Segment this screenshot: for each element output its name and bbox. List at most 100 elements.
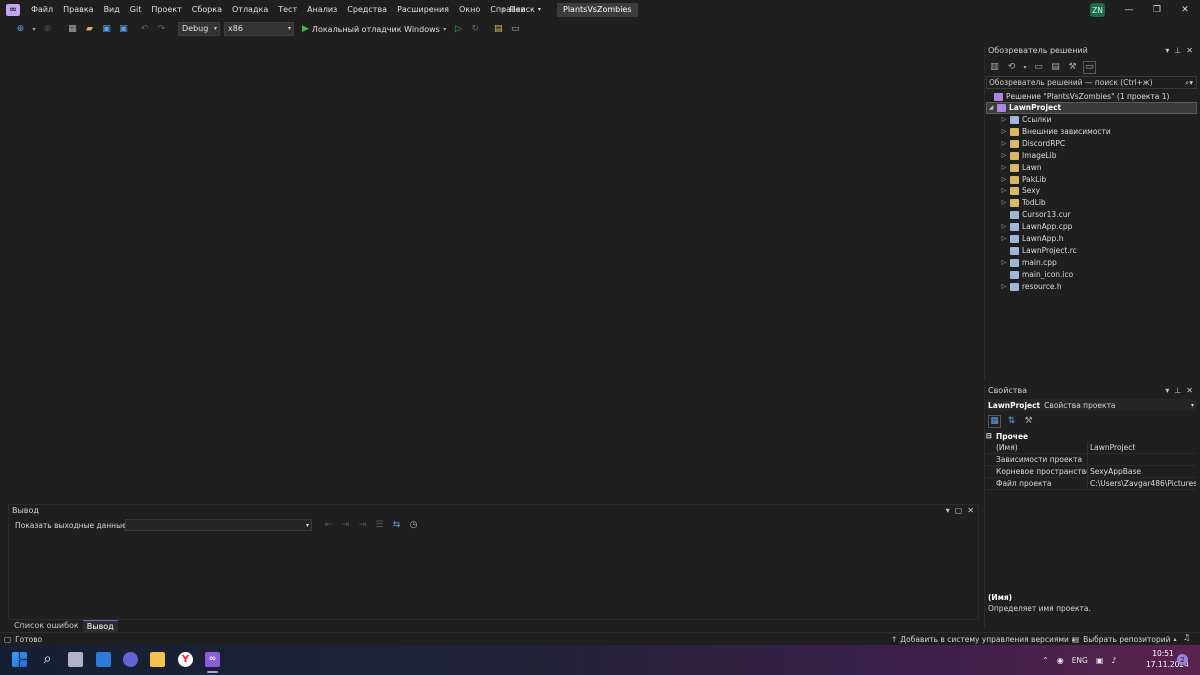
switch-views-icon[interactable]: ▥ xyxy=(988,61,1001,74)
output-source-select[interactable]: ▾ xyxy=(125,519,312,531)
close-icon[interactable]: ✕ xyxy=(1186,385,1193,397)
start-debugging-icon[interactable]: ▶ xyxy=(302,24,309,34)
navigate-back-icon[interactable]: ⊕ xyxy=(14,23,27,36)
clock-icon[interactable]: ◷ xyxy=(407,519,420,532)
expand-triangle-icon[interactable]: ▷ xyxy=(1000,162,1008,174)
property-row[interactable]: Файл проекта C:\Users\Zavgar486\Pictures… xyxy=(986,478,1196,490)
sync-icon[interactable]: ⟲ xyxy=(1005,61,1018,74)
start-without-debugging-icon[interactable]: ▷ xyxy=(452,23,465,36)
expand-triangle-icon[interactable]: ▷ xyxy=(1000,114,1008,126)
tree-item[interactable]: ▷ PakLib xyxy=(1000,174,1046,186)
tree-item[interactable]: LawnProject.rc xyxy=(1000,245,1077,257)
expand-triangle-icon[interactable]: ▷ xyxy=(1000,197,1008,209)
menu-test[interactable]: Тест xyxy=(273,0,302,20)
save-icon[interactable]: ▣ xyxy=(100,23,113,36)
property-value[interactable]: SexyAppBase xyxy=(1087,466,1196,477)
find-message-icon[interactable]: ⇤ xyxy=(322,519,335,532)
property-value[interactable] xyxy=(1087,454,1196,465)
tree-item[interactable]: ▷ Ссылки xyxy=(1000,114,1051,126)
open-folder-icon[interactable]: ▰ xyxy=(83,23,96,36)
property-row[interactable]: Корневое пространство и SexyAppBase xyxy=(986,466,1196,478)
tree-item[interactable]: ▷ LawnApp.h xyxy=(1000,233,1063,245)
navigate-forward-icon[interactable]: ⊕ xyxy=(41,23,54,36)
yandex-browser-icon[interactable]: Y xyxy=(178,652,193,667)
pin-icon[interactable]: ⊥ xyxy=(1174,45,1181,57)
categorized-icon[interactable]: ▦ xyxy=(988,414,1001,428)
expand-triangle-icon[interactable]: ▷ xyxy=(1000,185,1008,197)
tree-item[interactable]: ▷ Lawn xyxy=(1000,162,1042,174)
solution-search-input[interactable]: Обозреватель решений — поиск (Ctrl+ж) ⌕▾ xyxy=(986,76,1197,89)
property-row[interactable]: (Имя) LawnProject xyxy=(986,442,1196,454)
restart-icon[interactable]: ↻ xyxy=(469,23,482,36)
prev-message-icon[interactable]: ⇥ xyxy=(339,519,352,532)
volume-icon[interactable]: ♪ xyxy=(1111,656,1116,665)
maximize-icon[interactable]: ❐ xyxy=(1143,0,1171,20)
expand-triangle-icon[interactable]: ▷ xyxy=(1000,174,1008,186)
properties-object-select[interactable]: LawnProject Свойства проекта ▾ xyxy=(986,399,1196,411)
configuration-select[interactable]: Debug ▾ xyxy=(178,22,220,36)
menu-edit[interactable]: Правка xyxy=(58,0,98,20)
tree-item[interactable]: main_icon.ico xyxy=(1000,269,1073,281)
network-icon[interactable]: ▣ xyxy=(1096,656,1104,665)
menu-tools[interactable]: Средства xyxy=(342,0,392,20)
tree-item[interactable]: ▷ LawnApp.cpp xyxy=(1000,221,1072,233)
close-icon[interactable]: ✕ xyxy=(1171,0,1199,20)
widgets-icon[interactable] xyxy=(96,652,111,667)
collapse-all-icon[interactable]: ▭ xyxy=(1032,61,1045,74)
tree-item[interactable]: ▷ TodLib xyxy=(1000,197,1046,209)
visual-studio-taskbar-icon[interactable]: ∞ xyxy=(205,652,220,667)
expand-triangle-icon[interactable]: ▷ xyxy=(1000,138,1008,150)
menu-build[interactable]: Сборка xyxy=(187,0,227,20)
property-pages-icon[interactable]: ⚒ xyxy=(1022,415,1035,428)
tree-item[interactable]: ▷ Sexy xyxy=(1000,185,1040,197)
tree-item[interactable]: Cursor13.cur xyxy=(1000,209,1071,221)
word-wrap-icon[interactable]: ⇆ xyxy=(390,519,403,532)
menu-project[interactable]: Проект xyxy=(146,0,186,20)
teams-chat-icon[interactable] xyxy=(123,652,138,667)
tree-item[interactable]: ▷ Внешние зависимости xyxy=(1000,126,1111,138)
solution-name-badge[interactable]: PlantsVsZombies xyxy=(557,3,638,17)
project-node[interactable]: ◢ LawnProject xyxy=(986,102,1197,114)
taskbar-search-icon[interactable]: ⌕ xyxy=(40,652,55,667)
property-category[interactable]: ⊟ Прочее xyxy=(986,430,1196,442)
user-avatar[interactable]: ZN xyxy=(1090,3,1105,17)
close-icon[interactable]: ✕ xyxy=(1186,45,1193,57)
language-indicator[interactable]: ENG xyxy=(1072,656,1088,665)
menu-git[interactable]: Git xyxy=(125,0,147,20)
notification-badge[interactable]: 2 xyxy=(1177,654,1188,665)
redo-icon[interactable]: ↷ xyxy=(155,23,168,36)
notifications-bell-icon[interactable]: ♫ xyxy=(1183,632,1190,644)
collapse-icon[interactable]: ⊟ xyxy=(986,432,996,440)
pin-icon[interactable]: ⊥ xyxy=(1174,385,1181,397)
visual-studio-logo-icon[interactable]: ∞ xyxy=(6,4,20,16)
chevron-down-icon[interactable]: ▾ xyxy=(1022,61,1028,74)
menu-file[interactable]: Файл xyxy=(26,0,58,20)
menu-debug[interactable]: Отладка xyxy=(227,0,273,20)
next-message-icon[interactable]: ⇥ xyxy=(356,519,369,532)
tab-output[interactable]: Вывод xyxy=(82,619,118,633)
chevron-up-icon[interactable]: ⌃ xyxy=(1042,656,1049,665)
add-to-source-control-button[interactable]: ↑ Добавить в систему управления версиями… xyxy=(891,633,1075,645)
chevron-down-icon[interactable]: ▾ xyxy=(1165,45,1169,57)
chevron-down-icon[interactable]: ▾ xyxy=(946,505,950,517)
menu-analyze[interactable]: Анализ xyxy=(302,0,342,20)
expand-triangle-icon[interactable]: ▷ xyxy=(1000,281,1008,293)
maximize-icon[interactable]: ▢ xyxy=(955,505,963,517)
undo-icon[interactable]: ↶ xyxy=(138,23,151,36)
properties-wrench-icon[interactable]: ⚒ xyxy=(1066,61,1079,74)
chevron-down-icon[interactable]: ▾ xyxy=(1165,385,1169,397)
tab-error-list[interactable]: Список ошибок xyxy=(10,620,83,632)
chevron-down-icon[interactable]: ▾ xyxy=(442,23,448,36)
new-project-icon[interactable]: ▦ xyxy=(66,23,79,36)
expand-triangle-icon[interactable]: ▷ xyxy=(1000,126,1008,138)
steam-icon[interactable]: ◉ xyxy=(1057,656,1064,665)
close-icon[interactable]: ✕ xyxy=(967,505,974,517)
expand-triangle-icon[interactable]: ▷ xyxy=(1000,257,1008,269)
expand-triangle-icon[interactable]: ▷ xyxy=(1000,233,1008,245)
expand-triangle-icon[interactable]: ▷ xyxy=(1000,221,1008,233)
property-value[interactable]: LawnProject xyxy=(1087,442,1196,453)
file-explorer-icon[interactable] xyxy=(150,652,165,667)
minimize-icon[interactable]: — xyxy=(1115,0,1143,20)
menu-window[interactable]: Окно xyxy=(454,0,485,20)
taskbar-clock[interactable]: 10:51 17.11.2024 xyxy=(1146,648,1189,670)
